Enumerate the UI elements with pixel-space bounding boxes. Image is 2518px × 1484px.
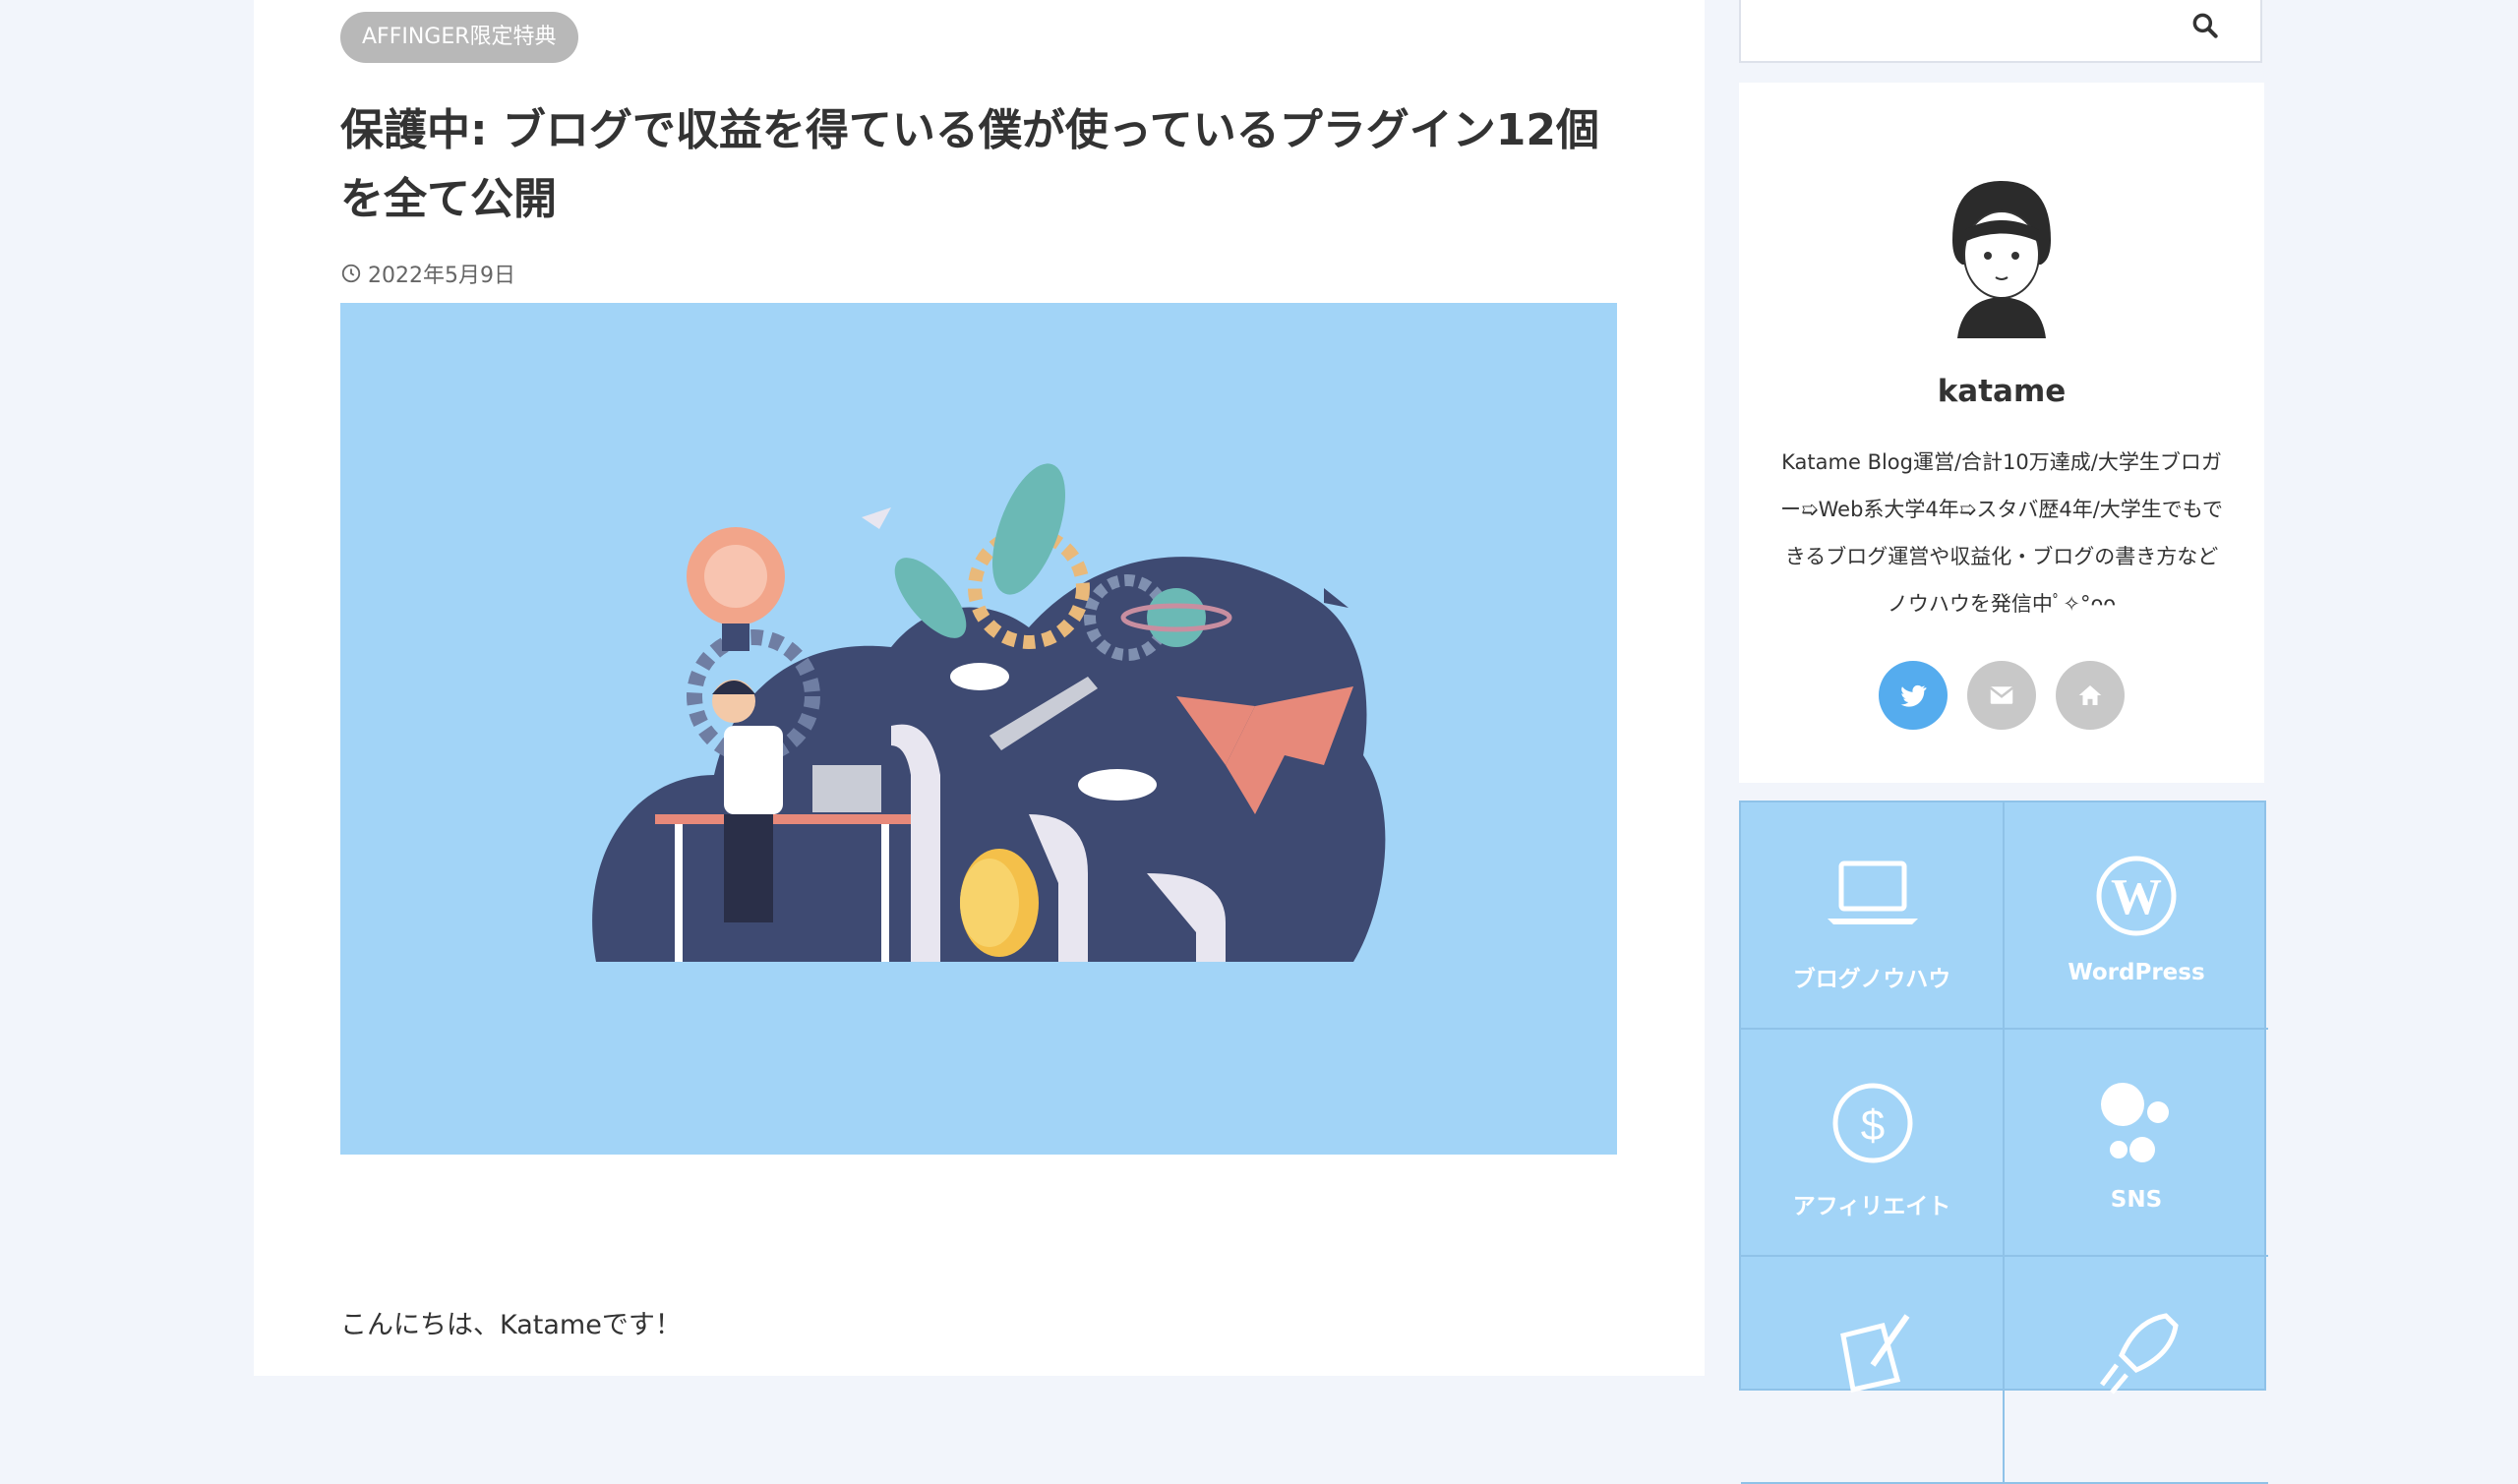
home-button[interactable] (2056, 661, 2125, 730)
svg-text:W: W (2111, 869, 2162, 925)
search-icon[interactable] (2189, 10, 2221, 41)
post-date: 2022年5月9日 (340, 258, 515, 289)
clock-icon (341, 264, 361, 283)
profile-card: katame Katame Blog運営/合計10万達成/大学生ブロガー➯Web… (1739, 83, 2264, 783)
category-tile-sns[interactable]: SNS (2005, 1030, 2268, 1257)
avatar (1952, 181, 2051, 338)
social-links (1739, 661, 2264, 730)
category-tile-rocket[interactable] (2005, 1257, 2268, 1484)
laptop-icon (1828, 861, 1918, 924)
hero-image (340, 303, 1617, 1155)
profile-name: katame (1937, 374, 2067, 409)
category-menu: ブログノウハウ W WordPress $ アフィリエイト SNS (1739, 801, 2268, 1484)
article-main: AFFINGER限定特典 保護中: ブログで収益を得ている僕が使っているプラグイ… (254, 0, 1705, 1376)
sns-icon (2101, 1083, 2169, 1162)
category-label: WordPress (2068, 960, 2205, 985)
hero-illustration (592, 463, 1386, 962)
category-tile-affiliate[interactable]: $ アフィリエイト (1741, 1030, 2005, 1257)
search-input[interactable] (1741, 0, 2213, 61)
page-title: 保護中: ブログで収益を得ている僕が使っているプラグイン12個を全て公開 (340, 105, 1599, 224)
category-tile-writing[interactable] (1741, 1257, 2005, 1484)
wordpress-icon: W (2096, 856, 2177, 936)
pen-icon (1840, 1314, 1910, 1394)
mail-icon (1989, 686, 2014, 704)
category-badge[interactable]: AFFINGER限定特典 (340, 12, 578, 63)
category-label: ブログノウハウ (1792, 967, 1951, 992)
home-icon (2078, 685, 2102, 705)
twitter-button[interactable] (1879, 661, 1948, 730)
category-label: アフィリエイト (1792, 1194, 1951, 1219)
category-label: SNS (2110, 1187, 2163, 1213)
intro-text: こんにちは、Katameです！ (340, 1310, 682, 1340)
mail-button[interactable] (1967, 661, 2036, 730)
post-date-text: 2022年5月9日 (368, 264, 515, 288)
search-box (1739, 0, 2262, 63)
category-tile-wordpress[interactable]: W WordPress (2005, 802, 2268, 1030)
profile-bio: Katame Blog運営/合計10万達成/大学生ブロガー➯Web系大学4年➯ス… (1780, 450, 2223, 616)
twitter-icon (1900, 684, 1927, 707)
dollar-icon: $ (1832, 1083, 1913, 1163)
svg-text:$: $ (1861, 1101, 1885, 1150)
category-tile-blog-knowhow[interactable]: ブログノウハウ (1741, 802, 2005, 1030)
rocket-icon (2100, 1313, 2179, 1395)
